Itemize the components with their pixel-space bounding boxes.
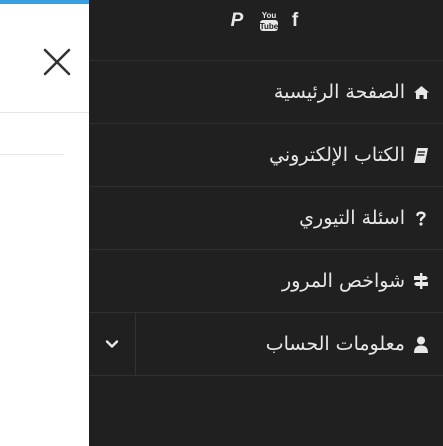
divider (0, 154, 64, 155)
home-icon (411, 85, 431, 100)
svg-text:Tube: Tube (260, 22, 279, 31)
divider (0, 112, 89, 113)
menu-item-home[interactable]: الصفحة الرئيسية (89, 61, 443, 124)
svg-text:You: You (262, 11, 277, 20)
close-button[interactable] (39, 44, 75, 80)
social-links: f You Tube P (89, 8, 443, 34)
menu-item-label: الصفحة الرئيسية (273, 81, 405, 103)
menu-item-account-info[interactable]: معلومات الحساب (89, 313, 443, 376)
menu-item-label: الكتاب الإلكتروني (269, 144, 405, 166)
paypal-icon: P (230, 10, 244, 31)
side-drawer: f You Tube P الصفحة الرئيسية الكتاب الإل… (89, 0, 443, 446)
youtube-link[interactable]: You Tube (259, 8, 279, 34)
book-icon (411, 147, 431, 164)
main-content-behind-drawer (0, 0, 89, 446)
chevron-down-icon (105, 340, 119, 348)
accent-top-bar (0, 0, 89, 4)
signs-icon (411, 272, 431, 290)
menu-item-ebook[interactable]: الكتاب الإلكتروني (89, 124, 443, 187)
question-icon (411, 210, 431, 226)
facebook-link[interactable]: f (287, 8, 303, 34)
menu-item-label: شواخص المرور (282, 270, 405, 292)
facebook-icon: f (291, 10, 299, 31)
user-icon (411, 336, 431, 353)
close-icon (43, 48, 71, 76)
submenu-toggle[interactable] (99, 329, 125, 359)
menu-item-label: معلومات الحساب (265, 333, 405, 355)
menu-item-traffic-signs[interactable]: شواخص المرور (89, 250, 443, 313)
menu-item-label: اسئلة التيوري (299, 207, 405, 229)
drawer-menu: الصفحة الرئيسية الكتاب الإلكتروني اسئلة … (89, 60, 443, 376)
paypal-link[interactable]: P (227, 8, 247, 34)
youtube-icon: You Tube (260, 11, 279, 31)
menu-item-theory-questions[interactable]: اسئلة التيوري (89, 187, 443, 250)
app-screen: f You Tube P الصفحة الرئيسية الكتاب الإل… (0, 0, 443, 446)
submenu-divider (135, 313, 136, 375)
